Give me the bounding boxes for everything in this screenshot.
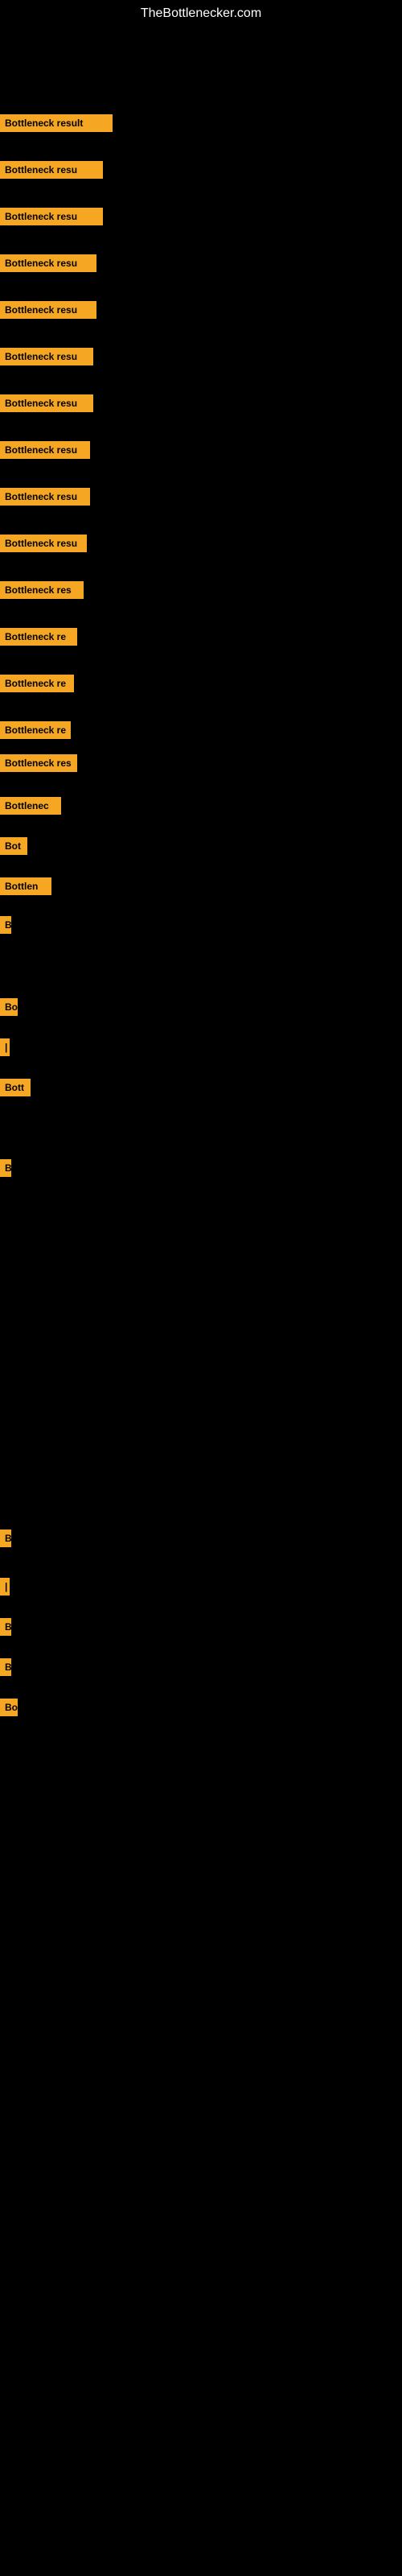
bar-label: B [0, 1658, 11, 1676]
bar-label: | [0, 1038, 10, 1056]
bar-label: B [0, 1530, 11, 1547]
bottleneck-bar: Bottleneck re [0, 675, 74, 692]
bottleneck-bar: B [0, 916, 11, 934]
bottleneck-bar: B [0, 1530, 11, 1547]
bottleneck-bar: B [0, 1658, 11, 1676]
bar-label: Bo [0, 1699, 18, 1716]
bar-label: Bo [0, 998, 18, 1016]
bottleneck-bar: B [0, 1618, 11, 1636]
bar-label: Bottleneck resu [0, 161, 103, 179]
bar-label: Bottlenec [0, 797, 61, 815]
bottleneck-bar: Bottleneck resu [0, 254, 96, 272]
bottleneck-bar: Bo [0, 1699, 18, 1716]
bottleneck-bar: Bot [0, 837, 27, 855]
bottleneck-bar: Bottlen [0, 877, 51, 895]
bottleneck-bar: Bottleneck resu [0, 535, 87, 552]
bottleneck-bar: | [0, 1038, 10, 1056]
bar-label: Bottleneck resu [0, 348, 93, 365]
bar-label: Bot [0, 837, 27, 855]
bar-label: | [0, 1578, 10, 1596]
bar-label: Bottleneck resu [0, 254, 96, 272]
bar-label: Bottleneck re [0, 721, 71, 739]
bottleneck-bar: Bottleneck resu [0, 394, 93, 412]
bar-label: B [0, 916, 11, 934]
bottleneck-bar: Bottleneck resu [0, 488, 90, 506]
bottleneck-bar: Bottlenec [0, 797, 61, 815]
bar-label: Bottleneck resu [0, 301, 96, 319]
bottleneck-bar: Bottleneck resu [0, 348, 93, 365]
bar-label: Bottlen [0, 877, 51, 895]
bar-label: Bottleneck resu [0, 394, 93, 412]
bar-label: Bottleneck resu [0, 208, 103, 225]
bottleneck-bar: Bottleneck resu [0, 301, 96, 319]
bar-label: Bottleneck res [0, 581, 84, 599]
bottleneck-bar: Bottleneck res [0, 754, 77, 772]
bar-label: Bottleneck re [0, 628, 77, 646]
bar-label: Bottleneck resu [0, 535, 87, 552]
bar-label: Bottleneck re [0, 675, 74, 692]
bar-label: Bott [0, 1079, 31, 1096]
bar-label: Bottleneck result [0, 114, 113, 132]
bottleneck-bar: Bottleneck re [0, 628, 77, 646]
bar-label: Bottleneck res [0, 754, 77, 772]
bottleneck-bar: | [0, 1578, 10, 1596]
site-title: TheBottlenecker.com [0, 0, 402, 24]
bar-label: Bottleneck resu [0, 488, 90, 506]
bottleneck-bar: Bottleneck res [0, 581, 84, 599]
bar-label: Bottleneck resu [0, 441, 90, 459]
bottleneck-bar: Bottleneck resu [0, 441, 90, 459]
bottleneck-bar: Bott [0, 1079, 31, 1096]
bottleneck-bar: Bottleneck re [0, 721, 71, 739]
bottleneck-bar: Bottleneck resu [0, 208, 103, 225]
bar-label: B [0, 1618, 11, 1636]
bottleneck-bar: Bottleneck result [0, 114, 113, 132]
bar-label: B [0, 1159, 11, 1177]
bottleneck-bar: Bo [0, 998, 18, 1016]
bottleneck-bar: Bottleneck resu [0, 161, 103, 179]
bottleneck-bar: B [0, 1159, 11, 1177]
